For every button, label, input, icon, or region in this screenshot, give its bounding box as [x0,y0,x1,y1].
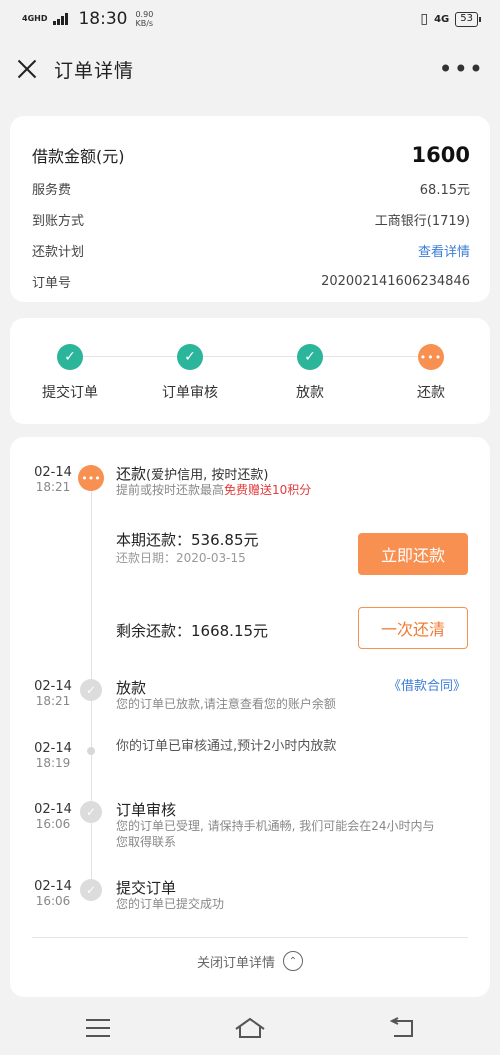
remaining-repay-amount: 剩余还款：1668.15元 [116,622,269,640]
ellipsis-icon: ••• [418,344,444,370]
timeline-card: 02-14 18:21 ••• 还款(爱护信用, 按时还款) 提前或按时还款最高… [10,437,490,997]
time-text: 18:19 [35,756,71,770]
menu-icon[interactable] [82,1016,114,1040]
back-icon[interactable] [386,1016,418,1040]
date-text: 02-14 [34,679,72,694]
pay-all-button[interactable]: 一次还清 [358,607,468,649]
date-text: 02-14 [34,465,72,480]
net-speed: 0.90 KB/s [135,10,154,28]
timeline-date: 02-14 18:21 [30,679,76,709]
timeline-desc: 您的订单已受理, 请保持手机通畅, 我们可能会在24小时内与您取得联系 [116,819,435,849]
page-title: 订单详情 [54,59,135,82]
check-icon: ✓ [80,679,102,701]
home-icon[interactable] [234,1016,266,1040]
repayment-plan-label: 还款计划 [32,245,85,260]
progress-line [70,356,430,357]
service-fee-label: 服务费 [32,183,72,198]
payout-method-value: 工商银行(1719) [374,214,470,229]
check-icon: ✓ [80,879,102,901]
check-icon: ✓ [177,344,203,370]
timeline-title: 还款(爱护信用, 按时还款) [116,463,268,484]
order-number-row: 订单号 202002141606234846 [32,266,470,297]
current-repay-amount: 本期还款：536.85元 [116,531,259,549]
service-fee-row: 服务费 68.15元 [32,173,470,204]
pay-now-button[interactable]: 立即还款 [358,533,468,575]
timeline-date: 02-14 16:06 [30,879,76,909]
date-text: 02-14 [34,879,72,894]
step-label: 还款 [417,385,445,401]
close-detail-button[interactable]: 关闭订单详情 ⌃ [10,951,490,971]
order-number-value: 202002141606234846 [321,274,470,289]
loan-contract-link[interactable]: 《借款合同》 [388,675,466,694]
loan-amount-label: 借款金额(元) [32,147,125,166]
timeline-desc: 提前或按时还款最高免费赠送10积分 [116,482,311,498]
bonus-highlight: 免费赠送10积分 [224,483,312,497]
title-text: 还款 [116,465,147,483]
view-details-link[interactable]: 查看详情 [418,241,470,260]
time-text: 18:21 [35,480,71,494]
time-text: 16:06 [35,817,71,831]
timeline-title: 订单审核 [116,801,177,819]
signal-bars-icon [53,13,69,25]
date-text: 02-14 [34,802,72,817]
current-repay-date: 还款日期：2020-03-15 [116,551,246,565]
chevron-up-icon: ⌃ [283,951,303,971]
timeline-title: 提交订单 [116,879,177,897]
check-icon: ✓ [57,344,83,370]
timeline-desc: 您的订单已提交成功 [116,897,225,911]
check-icon: ✓ [297,344,323,370]
progress-steps-card: ✓ 提交订单 ✓ 订单审核 ✓ 放款 ••• 还款 [10,318,490,424]
system-nav-bar [0,1000,500,1055]
time-text: 16:06 [35,894,71,908]
timeline-date: 02-14 18:19 [30,741,76,771]
step-submit-order: ✓ 提交订单 [20,344,120,402]
desc-text: 提前或按时还款最高 [116,483,225,497]
repayment-plan-row: 还款计划 查看详情 [32,235,470,266]
app-header: 订单详情 ••• [0,38,500,100]
date-text: 02-14 [34,741,72,756]
divider [32,937,468,938]
vibrate-icon: ▯ [420,11,429,27]
loan-amount-value: 1600 [411,143,470,167]
step-label: 订单审核 [162,385,218,401]
step-disbursement: ✓ 放款 [260,344,360,402]
dot-icon [87,747,95,755]
time-text: 18:21 [35,694,71,708]
clock: 18:30 [78,9,128,29]
timeline-date: 02-14 16:06 [30,802,76,832]
timeline-date: 02-14 18:21 [30,465,76,495]
loan-amount-row: 借款金额(元) 1600 [32,138,470,172]
timeline-desc: 你的订单已审核通过,预计2小时内放款 [116,739,337,754]
step-order-review: ✓ 订单审核 [140,344,240,402]
payout-method-label: 到账方式 [32,214,85,229]
close-icon[interactable] [16,58,38,80]
timeline-title: 放款 [116,679,147,697]
status-bar: 4GHD 18:30 0.90 KB/s ▯ 4G 53 [0,0,500,38]
order-number-label: 订单号 [32,276,72,291]
loan-info-card: 借款金额(元) 1600 服务费 68.15元 到账方式 工商银行(1719) … [10,116,490,302]
step-label: 提交订单 [42,385,98,401]
network-type: 4GHD [22,14,48,23]
subtitle-text: (爱护信用, 按时还款) [146,468,269,483]
step-label: 放款 [296,385,324,401]
service-fee-value: 68.15元 [419,183,470,198]
close-detail-label: 关闭订单详情 [196,955,275,971]
timeline-desc: 您的订单已放款,请注意查看您的账户余额 [116,697,336,711]
battery-icon: 53 [455,11,481,27]
more-options-button[interactable]: ••• [439,57,484,81]
ellipsis-icon: ••• [78,465,104,491]
signal-type: 4G [434,13,450,25]
check-icon: ✓ [80,801,102,823]
step-repayment: ••• 还款 [381,344,481,402]
payout-method-row: 到账方式 工商银行(1719) [32,204,470,235]
